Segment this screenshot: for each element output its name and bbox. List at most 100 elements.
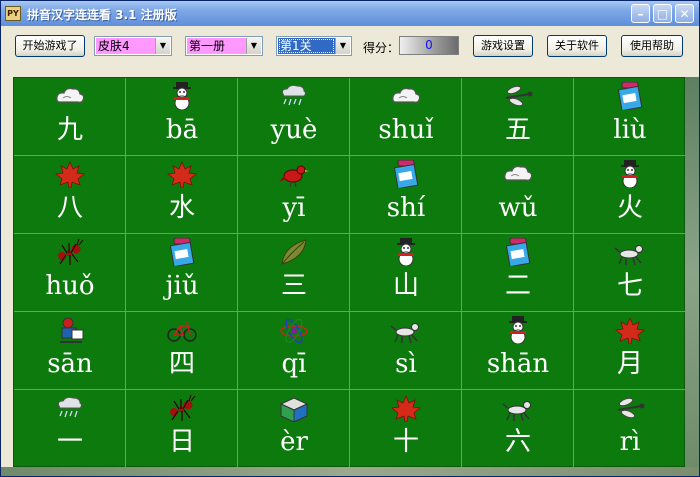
tile[interactable]: 五	[462, 78, 574, 156]
tile-text: shí	[386, 193, 426, 223]
tile-text: shān	[486, 349, 550, 379]
cloud-icon	[54, 82, 86, 110]
bicycle-icon	[166, 316, 198, 344]
tile-text: wǔ	[498, 193, 538, 223]
volume-select-value: 第一册	[187, 38, 246, 54]
tile[interactable]: 一	[14, 390, 126, 468]
tile-text: 十	[392, 427, 419, 457]
chevron-down-icon[interactable]: ▼	[335, 38, 350, 54]
tile[interactable]: bā	[126, 78, 238, 156]
tile-text: 七	[616, 271, 643, 301]
minimize-button[interactable]: –	[631, 4, 650, 23]
drink-bottle-icon	[390, 159, 422, 190]
tile[interactable]: shí	[350, 156, 462, 234]
tile[interactable]: liù	[574, 78, 686, 156]
background-strip-right	[685, 77, 699, 467]
tile[interactable]: 九	[14, 78, 126, 156]
tile[interactable]: 八	[14, 156, 126, 234]
tile-text: bā	[165, 115, 199, 145]
tile-text: èr	[280, 427, 308, 457]
tile-text: liù	[613, 115, 647, 145]
tile[interactable]: 山	[350, 234, 462, 312]
rain-icon	[278, 82, 310, 110]
tile[interactable]: 月	[574, 312, 686, 390]
tile[interactable]: 四	[126, 312, 238, 390]
window-title: 拼音汉字连连看 3.1 注册版	[27, 8, 177, 22]
skin-select[interactable]: 皮肤4 ▼	[94, 36, 172, 56]
tile-text: 四	[168, 349, 195, 379]
dragonfly-icon	[614, 394, 646, 422]
volume-select[interactable]: 第一册 ▼	[185, 36, 263, 56]
rain-icon	[54, 394, 86, 422]
start-game-button[interactable]: 开始游戏了	[15, 35, 85, 57]
snowman-icon	[166, 82, 198, 111]
tile[interactable]: rì	[574, 390, 686, 468]
tile[interactable]: jiǔ	[126, 234, 238, 312]
title-bar[interactable]: PY 拼音汉字连连看 3.1 注册版 – □ ✕	[1, 1, 699, 26]
atom-icon	[278, 316, 310, 344]
tile[interactable]: 火	[574, 156, 686, 234]
help-button[interactable]: 使用帮助	[621, 35, 683, 57]
tile[interactable]: wǔ	[462, 156, 574, 234]
tile[interactable]: 七	[574, 234, 686, 312]
tile-text: 八	[56, 193, 83, 223]
about-software-button[interactable]: 关于软件	[547, 35, 607, 57]
tile[interactable]: 水	[126, 156, 238, 234]
dog-icon	[390, 316, 422, 344]
tile-text: 六	[504, 427, 531, 457]
dog-icon	[614, 238, 646, 266]
book-icon	[278, 394, 310, 423]
tile[interactable]: sān	[14, 312, 126, 390]
score-display: 0	[399, 36, 459, 55]
drink-bottle-icon	[502, 237, 534, 268]
ant-icon	[54, 238, 86, 266]
chevron-down-icon[interactable]: ▼	[246, 38, 261, 54]
leaf-icon	[278, 238, 310, 266]
tile[interactable]: 三	[238, 234, 350, 312]
close-button[interactable]: ✕	[675, 4, 694, 23]
tile[interactable]: èr	[238, 390, 350, 468]
app-window: PY 拼音汉字连连看 3.1 注册版 – □ ✕ 开始游戏了 皮肤4 ▼ 第一册…	[0, 0, 700, 477]
tile[interactable]: 日	[126, 390, 238, 468]
background-strip-bottom	[1, 467, 699, 476]
cloud-icon	[502, 160, 534, 188]
score-label: 得分：	[363, 41, 400, 55]
tile[interactable]: yī	[238, 156, 350, 234]
tile[interactable]: 六	[462, 390, 574, 468]
maple-leaf-icon	[166, 160, 198, 189]
tile-text: jiǔ	[165, 271, 199, 301]
chevron-down-icon[interactable]: ▼	[155, 38, 170, 54]
tile[interactable]: huǒ	[14, 234, 126, 312]
tile[interactable]: shuǐ	[350, 78, 462, 156]
tile-text: sān	[47, 349, 93, 379]
tile-text: 一	[56, 427, 83, 457]
tile-text: yuè	[270, 115, 318, 145]
tile[interactable]: yuè	[238, 78, 350, 156]
game-board: 九 bā yuè shuǐ 五 liù 八 水 yī shí wǔ 火 huǒ jiǔ 三 山 二 七 sān 四 qī…	[13, 77, 686, 468]
snowman-icon	[614, 160, 646, 189]
maximize-button[interactable]: □	[653, 4, 672, 23]
snowman-icon	[390, 238, 422, 267]
snowman-icon	[502, 316, 534, 345]
tile[interactable]: qī	[238, 312, 350, 390]
drink-bottle-icon	[614, 81, 646, 112]
skin-select-value: 皮肤4	[96, 38, 155, 54]
tile[interactable]: 二	[462, 234, 574, 312]
tile[interactable]: shān	[462, 312, 574, 390]
tile-text: 二	[504, 271, 531, 301]
app-icon[interactable]: PY	[5, 6, 21, 21]
tile[interactable]: 十	[350, 390, 462, 468]
tile[interactable]: sì	[350, 312, 462, 390]
tile-text: 火	[616, 193, 643, 223]
reader-icon	[54, 316, 86, 344]
bird-icon	[278, 160, 310, 188]
level-select[interactable]: 第1关 ▼	[276, 36, 352, 56]
tile-text: yī	[282, 193, 306, 223]
tile-text: 山	[392, 271, 419, 301]
game-settings-button[interactable]: 游戏设置	[473, 35, 533, 57]
dragonfly-icon	[502, 82, 534, 110]
level-select-value: 第1关	[278, 38, 335, 54]
toolbar: 开始游戏了 皮肤4 ▼ 第一册 ▼ 第1关 ▼ 得分： 0 游戏设置 关于软件 …	[1, 26, 699, 70]
tile-text: sì	[395, 349, 417, 379]
tile-text: qī	[281, 349, 307, 379]
